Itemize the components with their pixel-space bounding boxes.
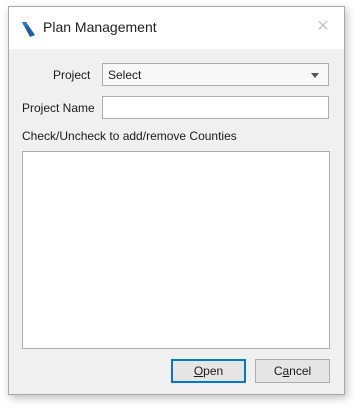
title-bar: Plan Management ✕ [9, 7, 344, 49]
window-title: Plan Management [43, 19, 157, 35]
project-name-input[interactable] [102, 96, 329, 119]
cancel-label-rest: ncel [289, 364, 312, 378]
counties-list[interactable] [22, 151, 330, 349]
project-name-label: Project Name [22, 101, 95, 115]
plan-management-dialog: Plan Management ✕ Project Select Project… [8, 6, 345, 395]
close-icon[interactable]: ✕ [314, 18, 332, 36]
project-select[interactable]: Select [102, 63, 329, 86]
open-label-rest: pen [203, 364, 224, 378]
project-select-value: Select [108, 68, 142, 82]
open-button[interactable]: Open [171, 359, 246, 383]
app-logo-icon [22, 22, 35, 37]
project-label: Project [53, 68, 91, 82]
counties-instruction: Check/Uncheck to add/remove Counties [22, 129, 237, 143]
open-mnemonic: O [193, 364, 204, 378]
cancel-button[interactable]: Cancel [255, 359, 330, 383]
chevron-down-icon [311, 73, 319, 78]
